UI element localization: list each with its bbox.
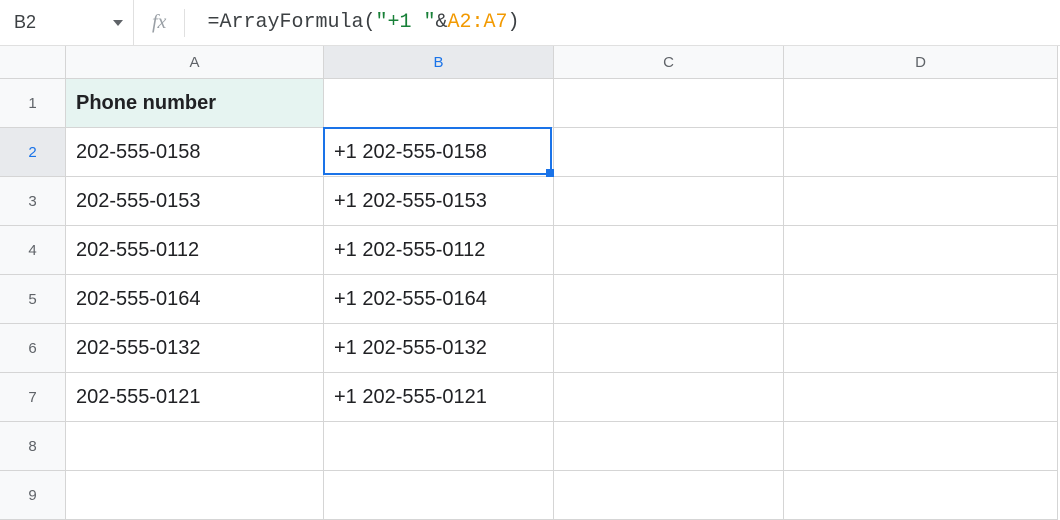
row-header-5[interactable]: 5 (0, 275, 66, 324)
cell-C1[interactable] (554, 79, 784, 128)
fx-label: fx (134, 9, 185, 37)
row-header-3[interactable]: 3 (0, 177, 66, 226)
table-row: 3202-555-0153+1 202-555-0153 (0, 177, 1060, 226)
cell-A1[interactable]: Phone number (66, 79, 324, 128)
column-header-A[interactable]: A (66, 46, 324, 79)
table-row: 6202-555-0132+1 202-555-0132 (0, 324, 1060, 373)
cell-A7[interactable]: 202-555-0121 (66, 373, 324, 422)
formula-ampersand: & (436, 11, 448, 34)
cell-C5[interactable] (554, 275, 784, 324)
cell-A3[interactable]: 202-555-0153 (66, 177, 324, 226)
cell-B1[interactable] (324, 79, 554, 128)
cell-B6[interactable]: +1 202-555-0132 (324, 324, 554, 373)
column-headers: ABCD (0, 46, 1060, 79)
table-row: 8 (0, 422, 1060, 471)
table-row: 5202-555-0164+1 202-555-0164 (0, 275, 1060, 324)
cell-D6[interactable] (784, 324, 1058, 373)
cell-D5[interactable] (784, 275, 1058, 324)
formula-close-paren: ) (508, 11, 520, 34)
cell-B2[interactable]: +1 202-555-0158 (324, 128, 554, 177)
row-header-7[interactable]: 7 (0, 373, 66, 422)
cell-B7[interactable]: +1 202-555-0121 (324, 373, 554, 422)
cell-C8[interactable] (554, 422, 784, 471)
cell-C9[interactable] (554, 471, 784, 520)
cell-C6[interactable] (554, 324, 784, 373)
table-row: 9 (0, 471, 1060, 520)
cell-B8[interactable] (324, 422, 554, 471)
formula-function-name: ArrayFormula (219, 11, 363, 34)
cell-A8[interactable] (66, 422, 324, 471)
cell-A4[interactable]: 202-555-0112 (66, 226, 324, 275)
column-header-D[interactable]: D (784, 46, 1058, 79)
row-header-8[interactable]: 8 (0, 422, 66, 471)
cell-B4[interactable]: +1 202-555-0112 (324, 226, 554, 275)
spreadsheet-grid: ABCD 1Phone number2202-555-0158+1 202-55… (0, 46, 1060, 520)
row-header-6[interactable]: 6 (0, 324, 66, 373)
cell-C4[interactable] (554, 226, 784, 275)
table-row: 7202-555-0121+1 202-555-0121 (0, 373, 1060, 422)
formula-bar: B2 fx =ArrayFormula("+1 "&A2:A7) (0, 0, 1060, 46)
column-header-C[interactable]: C (554, 46, 784, 79)
cell-B9[interactable] (324, 471, 554, 520)
cell-A2[interactable]: 202-555-0158 (66, 128, 324, 177)
row-header-1[interactable]: 1 (0, 79, 66, 128)
row-header-9[interactable]: 9 (0, 471, 66, 520)
formula-string-literal: "+1 " (376, 11, 436, 34)
table-row: 1Phone number (0, 79, 1060, 128)
cell-B3[interactable]: +1 202-555-0153 (324, 177, 554, 226)
column-header-B[interactable]: B (324, 46, 554, 79)
name-box-value: B2 (14, 12, 36, 33)
table-row: 4202-555-0112+1 202-555-0112 (0, 226, 1060, 275)
fx-icon: fx (152, 11, 166, 34)
table-row: 2202-555-0158+1 202-555-0158 (0, 128, 1060, 177)
name-box[interactable]: B2 (0, 0, 134, 45)
cell-D4[interactable] (784, 226, 1058, 275)
cell-D7[interactable] (784, 373, 1058, 422)
select-all-corner[interactable] (0, 46, 66, 79)
cell-D9[interactable] (784, 471, 1058, 520)
cell-D3[interactable] (784, 177, 1058, 226)
cell-C7[interactable] (554, 373, 784, 422)
cell-B5[interactable]: +1 202-555-0164 (324, 275, 554, 324)
formula-equals: = (207, 11, 219, 34)
formula-open-paren: ( (363, 11, 375, 34)
cell-D2[interactable] (784, 128, 1058, 177)
cell-C2[interactable] (554, 128, 784, 177)
cell-D8[interactable] (784, 422, 1058, 471)
dropdown-caret-icon (113, 20, 123, 26)
cell-D1[interactable] (784, 79, 1058, 128)
formula-range-ref: A2:A7 (448, 11, 508, 34)
cell-A5[interactable]: 202-555-0164 (66, 275, 324, 324)
cell-C3[interactable] (554, 177, 784, 226)
row-header-2[interactable]: 2 (0, 128, 66, 177)
row-header-4[interactable]: 4 (0, 226, 66, 275)
cell-A9[interactable] (66, 471, 324, 520)
formula-input[interactable]: =ArrayFormula("+1 "&A2:A7) (185, 0, 1060, 45)
cell-A6[interactable]: 202-555-0132 (66, 324, 324, 373)
fill-handle[interactable] (546, 169, 554, 177)
